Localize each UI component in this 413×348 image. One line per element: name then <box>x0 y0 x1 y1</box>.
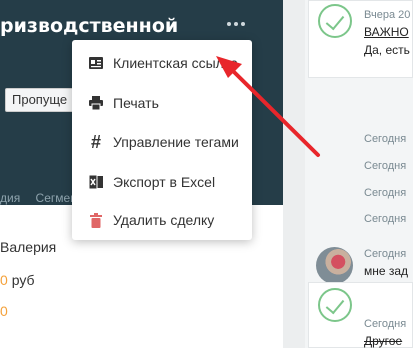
avatar <box>316 247 353 284</box>
hash-icon: # <box>90 131 101 152</box>
menu-item-label: Клиентская ссылка <box>113 55 239 71</box>
status-select[interactable]: Пропуще <box>5 88 81 112</box>
check-circle-icon[interactable] <box>318 288 352 322</box>
system-date: Сегодня <box>364 187 407 199</box>
column-divider <box>283 0 305 348</box>
contact-name: Валерия <box>0 239 57 255</box>
extra-value: 0 <box>0 303 8 319</box>
deal-actions-menu: Клиентская ссылка Печать # Управление те… <box>72 40 252 240</box>
task-title[interactable]: Другое <box>364 334 402 348</box>
more-options-icon[interactable] <box>226 18 246 30</box>
menu-item-delete-deal[interactable]: Удалить сделку <box>72 200 252 240</box>
system-date: Сегодня <box>364 160 407 172</box>
task-text: Да, есть <box>364 43 410 57</box>
excel-icon <box>88 174 104 190</box>
trash-icon <box>88 212 104 228</box>
printer-icon <box>88 95 104 111</box>
message-text: мне зад <box>364 264 409 278</box>
task-date: Вчера 20 <box>364 9 411 21</box>
tab-1[interactable]: дия <box>0 191 20 205</box>
task-date: Сегодня <box>364 318 407 330</box>
menu-item-label: Управление тегами <box>113 134 239 150</box>
system-date: Сегодня <box>364 133 407 145</box>
menu-item-print[interactable]: Печать <box>72 83 252 123</box>
message-date: Сегодня <box>364 248 407 260</box>
menu-item-label: Экспорт в Excel <box>113 174 216 190</box>
menu-item-label: Удалить сделку <box>113 212 215 228</box>
menu-item-client-link[interactable]: Клиентская ссылка <box>72 43 252 83</box>
deal-amount: 0 руб <box>0 272 35 288</box>
system-date: Сегодня <box>364 213 407 225</box>
menu-item-label: Печать <box>113 95 159 111</box>
task-title[interactable]: ВАЖНО <box>364 25 409 39</box>
menu-item-tags[interactable]: # Управление тегами <box>72 122 252 162</box>
menu-item-export-excel[interactable]: Экспорт в Excel <box>72 162 252 202</box>
deal-title: ризводственной <box>0 15 179 37</box>
check-circle-icon[interactable] <box>318 4 352 38</box>
amount-number: 0 <box>0 272 8 288</box>
id-card-icon <box>88 55 104 71</box>
amount-unit: руб <box>11 272 35 288</box>
